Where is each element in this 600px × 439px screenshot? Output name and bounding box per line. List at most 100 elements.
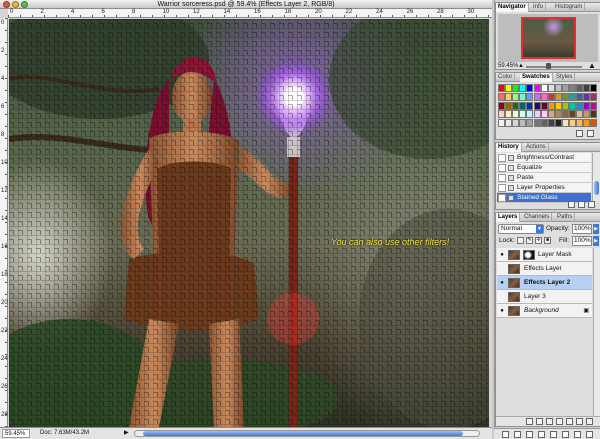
layer-row[interactable]: Layer 3: [497, 290, 592, 304]
color-swatch[interactable]: [576, 101, 584, 110]
color-swatch[interactable]: [505, 101, 513, 110]
dock-tool-icon[interactable]: [550, 431, 557, 438]
color-swatch[interactable]: [561, 92, 569, 101]
history-source-checkbox[interactable]: [498, 184, 506, 192]
color-swatch[interactable]: [505, 119, 513, 128]
color-swatch[interactable]: [554, 101, 562, 110]
color-swatch[interactable]: [505, 92, 513, 101]
color-swatch[interactable]: [583, 110, 591, 119]
color-swatch[interactable]: [561, 119, 569, 128]
color-swatch[interactable]: [533, 110, 541, 119]
fill-field[interactable]: 100%: [572, 236, 592, 246]
color-swatch[interactable]: [540, 119, 548, 128]
color-swatch[interactable]: [576, 119, 584, 128]
layer-row[interactable]: ● Layer Mask: [497, 248, 592, 262]
tab-styles[interactable]: Styles: [554, 73, 576, 82]
history-source-checkbox[interactable]: [498, 194, 506, 202]
add-mask-icon[interactable]: [546, 418, 553, 425]
tab-color[interactable]: Color: [496, 73, 516, 82]
eye-icon[interactable]: ●: [498, 251, 506, 259]
color-swatch[interactable]: [590, 101, 598, 110]
trash-icon[interactable]: [588, 201, 595, 208]
color-swatch[interactable]: [540, 110, 548, 119]
fill-slider-arrow-icon[interactable]: ▶: [593, 236, 599, 246]
lock-all-icon[interactable]: ■: [544, 237, 551, 244]
color-swatch[interactable]: [526, 110, 534, 119]
image-canvas[interactable]: You can also use other filters!: [9, 19, 489, 427]
color-swatch[interactable]: [576, 92, 584, 101]
color-swatch[interactable]: [569, 101, 576, 110]
color-swatch[interactable]: [505, 84, 513, 92]
color-swatch[interactable]: [561, 110, 569, 119]
eye-icon[interactable]: ●: [498, 307, 506, 315]
color-swatch[interactable]: [512, 119, 520, 128]
layer-row[interactable]: ● Background ▣: [497, 304, 592, 318]
new-swatch-icon[interactable]: [576, 130, 583, 137]
new-snapshot-icon[interactable]: [578, 201, 585, 208]
tab-info[interactable]: Info: [531, 3, 547, 12]
navigator-zoom-knob[interactable]: [546, 63, 551, 69]
eye-icon[interactable]: [498, 293, 506, 301]
color-swatch[interactable]: [554, 84, 562, 92]
history-scrollbar[interactable]: [592, 153, 600, 201]
tab-navigator[interactable]: Navigator: [496, 3, 529, 12]
vertical-ruler[interactable]: 0 2 4 6 8 10 12 14 16 18 20 22 24 26 28: [0, 18, 8, 427]
color-swatch[interactable]: [498, 92, 505, 101]
color-swatch[interactable]: [583, 84, 591, 92]
trash-icon[interactable]: [587, 130, 594, 137]
dock-tool-icon[interactable]: [502, 431, 509, 438]
color-swatch[interactable]: [547, 110, 555, 119]
color-swatch[interactable]: [569, 119, 576, 128]
history-item[interactable]: Paste: [497, 173, 591, 183]
color-swatch[interactable]: [533, 101, 541, 110]
history-scroll-thumb[interactable]: [594, 181, 599, 195]
opacity-slider-arrow-icon[interactable]: ▶: [593, 224, 599, 234]
layers-scrollbar[interactable]: [593, 248, 600, 416]
color-swatch[interactable]: [512, 110, 520, 119]
adjustment-layer-icon[interactable]: [556, 418, 563, 425]
layer-row[interactable]: Effects Layer: [497, 262, 592, 276]
tab-actions[interactable]: Actions: [524, 143, 549, 152]
color-swatch[interactable]: [590, 110, 598, 119]
color-swatch[interactable]: [533, 92, 541, 101]
lock-position-icon[interactable]: ✛: [535, 237, 542, 244]
color-swatch[interactable]: [519, 119, 527, 128]
dock-tool-icon[interactable]: [526, 431, 533, 438]
history-source-checkbox[interactable]: [498, 154, 506, 162]
color-swatch[interactable]: [590, 119, 598, 128]
color-swatch[interactable]: [583, 101, 591, 110]
horizontal-scrollbar[interactable]: [134, 430, 480, 437]
history-source-checkbox[interactable]: [498, 164, 506, 172]
color-swatch[interactable]: [526, 84, 534, 92]
layer-mask-thumbnail[interactable]: [523, 250, 535, 260]
color-swatch[interactable]: [512, 84, 520, 92]
color-swatch[interactable]: [519, 84, 527, 92]
tab-histogram[interactable]: Histogram: [553, 3, 586, 12]
history-item[interactable]: Equalize: [497, 163, 591, 173]
history-item[interactable]: Stained Glass: [497, 193, 591, 203]
navigator-zoom-slider[interactable]: [526, 66, 582, 68]
lock-image-icon[interactable]: ✎: [526, 237, 533, 244]
color-swatch[interactable]: [569, 84, 576, 92]
trash-icon[interactable]: [586, 418, 593, 425]
color-swatch[interactable]: [526, 119, 534, 128]
color-swatch[interactable]: [554, 110, 562, 119]
color-swatch[interactable]: [519, 92, 527, 101]
new-layer-icon[interactable]: [576, 418, 583, 425]
color-swatch[interactable]: [576, 84, 584, 92]
history-source-checkbox[interactable]: [498, 174, 506, 182]
tab-channels[interactable]: Channels: [522, 213, 553, 222]
horizontal-ruler[interactable]: 0 2 4 6 8 10 12 14 16 18 20 22 24 26 28 30: [8, 9, 492, 18]
color-swatch[interactable]: [554, 119, 562, 128]
new-group-icon[interactable]: [566, 418, 573, 425]
blend-mode-select[interactable]: Normal ▼: [498, 224, 544, 234]
navigator-zoom-field[interactable]: 59.45%: [498, 63, 518, 70]
color-swatch[interactable]: [519, 110, 527, 119]
color-swatch[interactable]: [569, 110, 576, 119]
status-menu-arrow-icon[interactable]: ▶: [124, 428, 129, 439]
dock-tool-icon[interactable]: [538, 431, 545, 438]
tab-history[interactable]: History: [496, 143, 522, 152]
dock-tool-icon[interactable]: [562, 431, 569, 438]
new-document-from-state-icon[interactable]: [568, 201, 575, 208]
horizontal-scroll-thumb[interactable]: [143, 431, 463, 436]
